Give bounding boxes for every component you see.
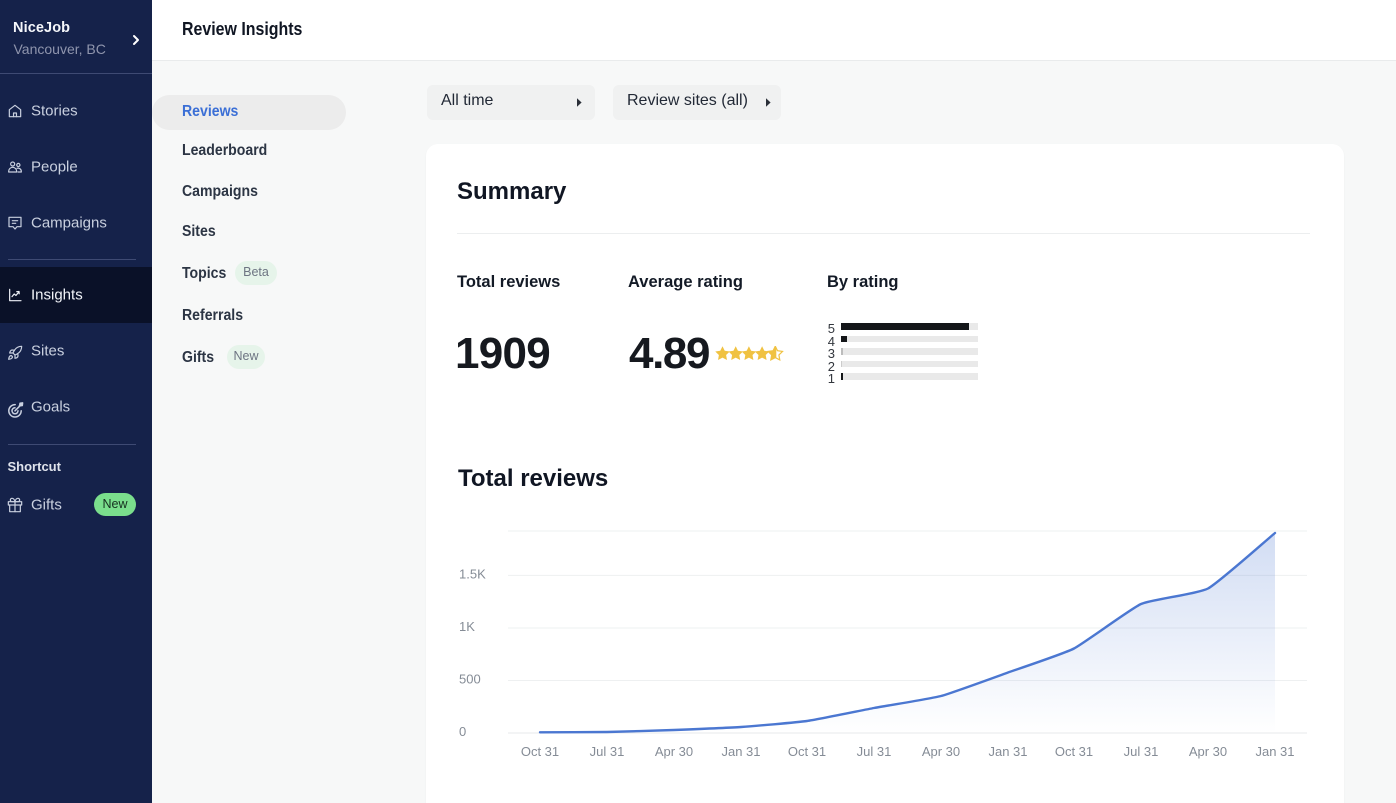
svg-text:Jan 31: Jan 31 bbox=[988, 744, 1027, 759]
svg-text:Oct 31: Oct 31 bbox=[788, 744, 826, 759]
svg-text:1.5K: 1.5K bbox=[459, 566, 486, 581]
svg-text:Apr 30: Apr 30 bbox=[922, 744, 960, 759]
svg-text:0: 0 bbox=[459, 724, 466, 739]
svg-text:500: 500 bbox=[459, 672, 481, 687]
svg-text:Jan 31: Jan 31 bbox=[721, 744, 760, 759]
svg-text:Jul 31: Jul 31 bbox=[590, 744, 625, 759]
svg-text:Jul 31: Jul 31 bbox=[857, 744, 892, 759]
svg-text:Jan 31: Jan 31 bbox=[1255, 744, 1294, 759]
svg-text:Oct 31: Oct 31 bbox=[1055, 744, 1093, 759]
svg-text:Oct 31: Oct 31 bbox=[521, 744, 559, 759]
svg-text:Apr 30: Apr 30 bbox=[1189, 744, 1227, 759]
svg-text:1K: 1K bbox=[459, 619, 475, 634]
svg-text:Apr 30: Apr 30 bbox=[655, 744, 693, 759]
svg-text:Jul 31: Jul 31 bbox=[1124, 744, 1159, 759]
